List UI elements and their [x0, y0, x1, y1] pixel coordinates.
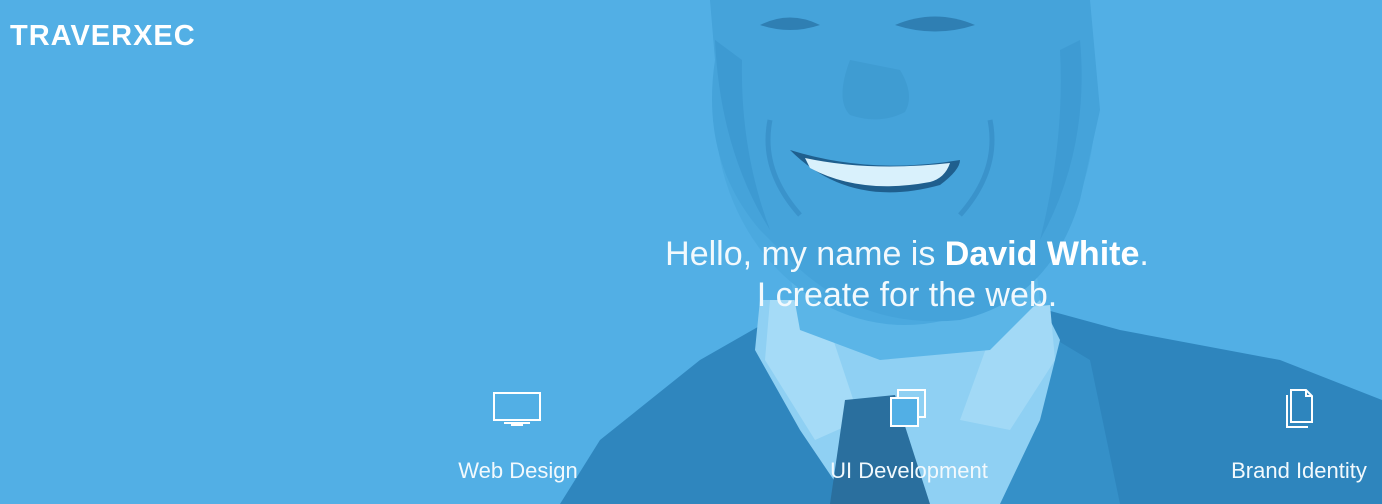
hero-headline: Hello, my name is David White. I create …: [580, 234, 1234, 316]
service-brand-identity[interactable]: Brand Identity: [1184, 386, 1382, 484]
site-logo[interactable]: TRAVERXEC: [10, 20, 196, 53]
greeting-text: Hello, my name is: [665, 235, 945, 273]
stacked-windows-icon: [890, 389, 926, 427]
service-label: Web Design: [458, 458, 578, 483]
person-name: David White: [944, 235, 1140, 273]
documents-icon: [1286, 389, 1313, 428]
hero-section: TRAVERXEC Hello, my name is David White.…: [0, 0, 1382, 504]
tagline: I create for the web.: [756, 276, 1058, 314]
greeting-period: .: [1139, 235, 1149, 273]
service-label: UI Development: [830, 458, 988, 483]
service-ui-development[interactable]: UI Development: [794, 386, 1024, 484]
monitor-icon: [493, 392, 541, 426]
service-web-design[interactable]: Web Design: [403, 386, 633, 484]
service-label: Brand Identity: [1231, 458, 1367, 483]
